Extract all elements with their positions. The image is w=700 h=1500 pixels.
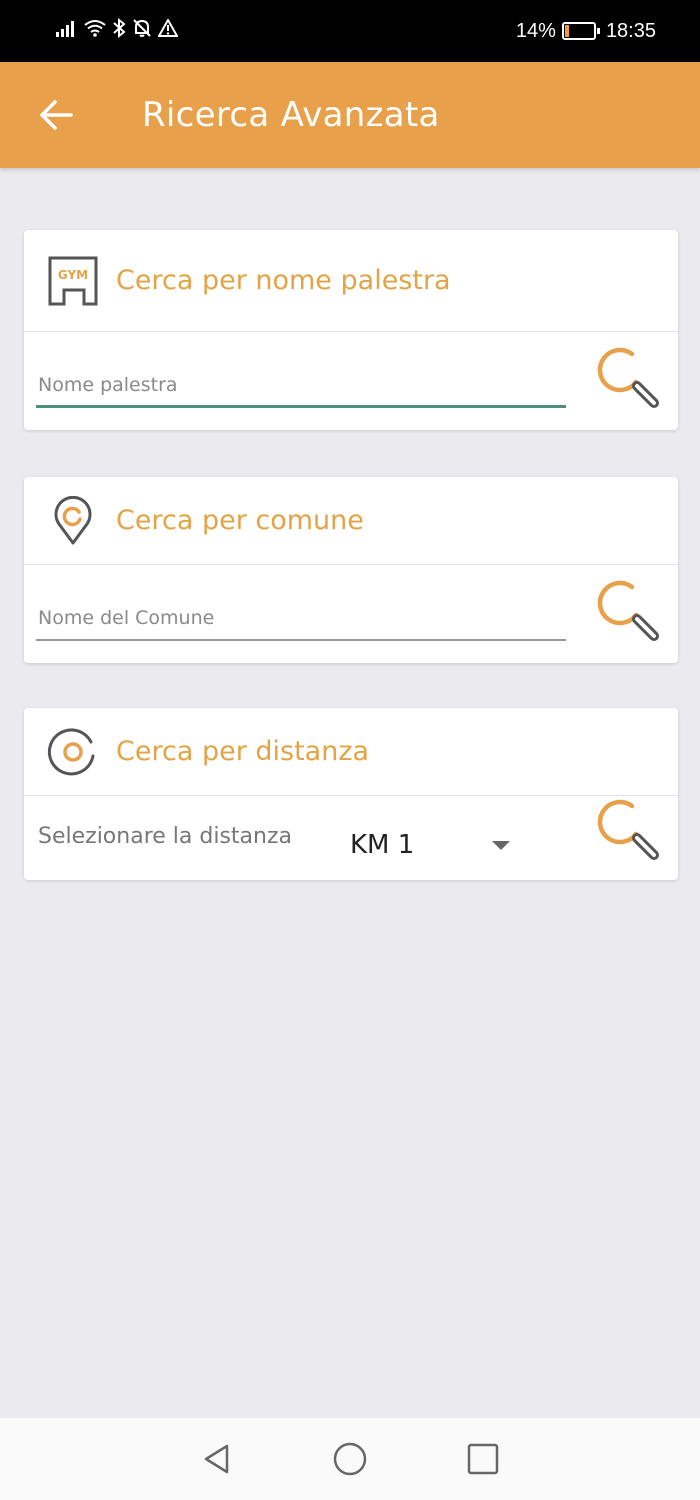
distance-label: Selezionare la distanza: [38, 824, 292, 849]
circle-home-icon: [333, 1442, 367, 1476]
comune-search-title: Cerca per comune: [116, 505, 364, 536]
comune-name-input[interactable]: [36, 597, 566, 641]
system-nav-bar: [0, 1418, 700, 1500]
target-icon: [46, 725, 100, 779]
comune-search-header: Cerca per comune: [24, 477, 678, 565]
app-bar: Ricerca Avanzata: [0, 62, 700, 168]
gym-search-button[interactable]: [592, 344, 664, 416]
caret-down-icon: [492, 840, 510, 850]
status-icons: [56, 17, 179, 44]
wifi-icon: [84, 19, 106, 43]
bluetooth-icon: [112, 17, 126, 44]
comune-search-button[interactable]: [592, 577, 664, 649]
clock: 18:35: [605, 19, 656, 42]
search-icon: [597, 799, 659, 860]
gym-icon: GYM: [46, 254, 100, 308]
bell-off-icon: [132, 18, 152, 44]
signal-icon: [56, 19, 78, 43]
nav-recents-button[interactable]: [458, 1434, 508, 1484]
gym-search-header: GYM Cerca per nome palestra: [24, 230, 678, 332]
distance-search-card: Cerca per distanza Selezionare la distan…: [24, 708, 678, 880]
triangle-back-icon: [204, 1444, 228, 1474]
status-right: 14% 18:35: [516, 20, 656, 43]
battery-icon: [561, 22, 600, 40]
distance-selected-value: KM 1: [350, 830, 415, 860]
arrow-left-icon: [40, 100, 73, 130]
gym-search-title: Cerca per nome palestra: [116, 265, 451, 296]
status-bar: 14% 18:35: [0, 0, 700, 62]
warning-icon: [157, 17, 179, 43]
distance-search-button[interactable]: [592, 796, 664, 868]
battery-fill: [564, 25, 569, 37]
gym-search-body: [24, 332, 678, 430]
battery-percent: 14%: [515, 19, 556, 42]
distance-dropdown[interactable]: KM 1: [350, 820, 510, 870]
distance-search-title: Cerca per distanza: [116, 736, 370, 767]
comune-search-body: [24, 565, 678, 663]
gym-search-card: GYM Cerca per nome palestra: [24, 230, 678, 430]
page-title: Ricerca Avanzata: [142, 95, 440, 135]
distance-search-header: Cerca per distanza: [24, 708, 678, 796]
search-icon: [597, 347, 659, 408]
gym-name-input[interactable]: [36, 364, 566, 408]
search-icon: [597, 580, 659, 641]
gym-icon-label: GYM: [58, 268, 88, 282]
comune-search-card: Cerca per comune: [24, 477, 678, 663]
back-button[interactable]: [26, 85, 86, 145]
location-pin-icon: [46, 494, 100, 548]
nav-home-button[interactable]: [325, 1434, 375, 1484]
nav-back-button[interactable]: [192, 1434, 242, 1484]
distance-search-body: Selezionare la distanza KM 1: [24, 796, 678, 880]
square-recents-icon: [468, 1443, 499, 1475]
